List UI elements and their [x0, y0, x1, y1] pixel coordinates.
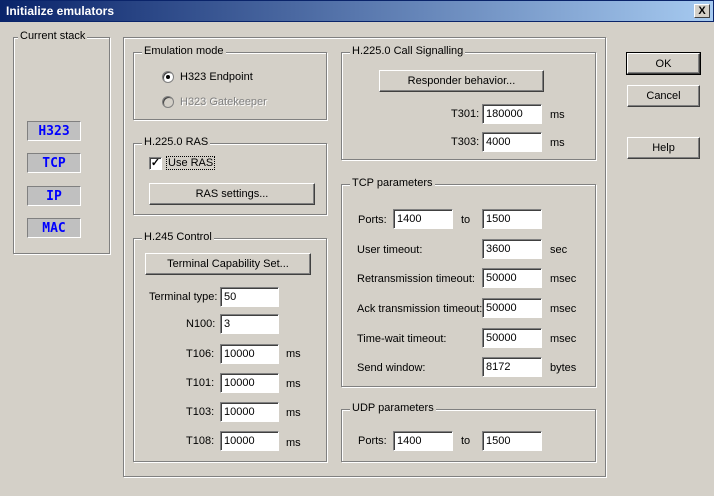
send-window-input[interactable]: 8172 — [482, 357, 542, 377]
responder-behavior-button[interactable]: Responder behavior... — [379, 70, 544, 92]
t101-input[interactable]: 10000 — [220, 373, 279, 393]
ack-transmission-timeout-unit: msec — [550, 303, 577, 315]
time-wait-timeout-label: Time-wait timeout: — [357, 333, 447, 345]
title-bar[interactable]: Initialize emulators X — [0, 0, 714, 22]
t303-input[interactable]: 4000 — [482, 132, 542, 152]
tcp-port-to-input[interactable]: 1500 — [482, 209, 542, 229]
ack-transmission-timeout-label: Ack transmission timeout: — [357, 303, 483, 315]
t108-label: T108: — [186, 435, 215, 447]
close-button[interactable]: X — [694, 4, 710, 18]
tcp-to-label: to — [461, 214, 471, 226]
stack-item-tcp: TCP — [27, 153, 81, 173]
t106-label: T106: — [186, 348, 215, 360]
user-timeout-input[interactable]: 3600 — [482, 239, 542, 259]
t106-unit: ms — [286, 348, 301, 360]
current-stack-group: Current stack H323 TCP IP MAC — [13, 30, 110, 254]
t303-unit: ms — [550, 137, 565, 149]
emulation-mode-group: Emulation mode — [133, 45, 327, 120]
retransmission-timeout-input[interactable]: 50000 — [482, 268, 542, 288]
emulation-mode-label: Emulation mode — [142, 45, 226, 57]
help-button[interactable]: Help — [627, 137, 700, 159]
h323-gatekeeper-radio — [162, 96, 174, 108]
time-wait-timeout-unit: msec — [550, 333, 577, 345]
t103-unit: ms — [286, 407, 301, 419]
ras-settings-button[interactable]: RAS settings... — [149, 183, 315, 205]
udp-port-to-input[interactable]: 1500 — [482, 431, 542, 451]
t301-input[interactable]: 180000 — [482, 104, 542, 124]
checkmark-icon: ✓ — [150, 157, 161, 169]
cancel-button[interactable]: Cancel — [627, 85, 700, 107]
retransmission-timeout-unit: msec — [550, 273, 577, 285]
tcp-parameters-label: TCP parameters — [350, 177, 435, 189]
stack-item-ip: IP — [27, 186, 81, 206]
use-ras-label[interactable]: Use RAS — [166, 156, 216, 170]
ack-transmission-timeout-input[interactable]: 50000 — [482, 298, 542, 318]
udp-port-from-input[interactable]: 1400 — [393, 431, 453, 451]
retransmission-timeout-label: Retransmission timeout: — [357, 273, 475, 285]
n100-input[interactable]: 3 — [220, 314, 279, 334]
tcp-port-from-input[interactable]: 1400 — [393, 209, 453, 229]
t108-unit: ms — [286, 437, 301, 449]
t301-label: T301: — [451, 108, 480, 120]
close-icon: X — [698, 5, 706, 17]
current-stack-label: Current stack — [18, 30, 88, 42]
use-ras-checkbox[interactable]: ✓ — [149, 157, 162, 170]
time-wait-timeout-input[interactable]: 50000 — [482, 328, 542, 348]
h323-endpoint-radio[interactable] — [162, 71, 174, 83]
t301-unit: ms — [550, 109, 565, 121]
call-signalling-label: H.225.0 Call Signalling — [350, 45, 466, 57]
terminal-type-input[interactable]: 50 — [220, 287, 279, 307]
ras-group-label: H.225.0 RAS — [142, 136, 211, 148]
window-title: Initialize emulators — [6, 4, 115, 18]
ok-button[interactable]: OK — [626, 52, 701, 75]
send-window-label: Send window: — [357, 362, 426, 374]
stack-item-h323: H323 — [27, 121, 81, 141]
h323-gatekeeper-label: H323 Gatekeeper — [180, 96, 267, 108]
terminal-capability-set-button[interactable]: Terminal Capability Set... — [145, 253, 311, 275]
user-timeout-label: User timeout: — [357, 244, 423, 256]
send-window-unit: bytes — [550, 362, 577, 374]
t103-label: T103: — [186, 406, 215, 418]
user-timeout-unit: sec — [550, 244, 568, 256]
udp-ports-label: Ports: — [358, 435, 387, 447]
udp-parameters-label: UDP parameters — [350, 402, 436, 414]
tcp-ports-label: Ports: — [358, 214, 387, 226]
t101-label: T101: — [186, 377, 215, 389]
t103-input[interactable]: 10000 — [220, 402, 279, 422]
n100-label: N100: — [186, 318, 216, 330]
terminal-type-label: Terminal type: — [149, 291, 218, 303]
h245-control-label: H.245 Control — [142, 231, 214, 243]
t108-input[interactable]: 10000 — [220, 431, 279, 451]
stack-item-mac: MAC — [27, 218, 81, 238]
t303-label: T303: — [451, 136, 480, 148]
h323-endpoint-label[interactable]: H323 Endpoint — [180, 71, 253, 83]
t106-input[interactable]: 10000 — [220, 344, 279, 364]
udp-to-label: to — [461, 435, 471, 447]
t101-unit: ms — [286, 378, 301, 390]
